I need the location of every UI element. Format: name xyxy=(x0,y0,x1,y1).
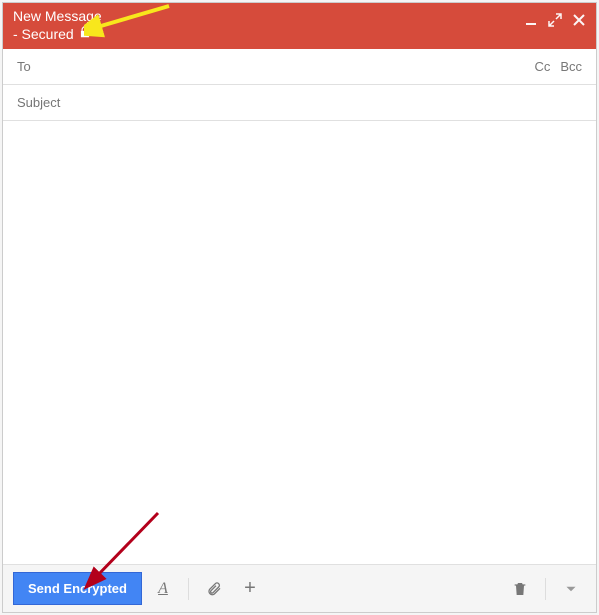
trash-icon xyxy=(512,581,528,597)
formatting-button[interactable]: A xyxy=(148,574,178,604)
subject-input[interactable] xyxy=(17,95,582,110)
lock-icon xyxy=(78,25,92,43)
expand-button[interactable] xyxy=(548,13,562,27)
cc-bcc-toggles: Cc Bcc xyxy=(534,59,582,74)
discard-button[interactable] xyxy=(505,574,535,604)
subject-row[interactable] xyxy=(3,85,596,121)
header-subtitle-row: - Secured xyxy=(13,25,524,43)
header-subtitle: - Secured xyxy=(13,25,74,43)
minimize-button[interactable] xyxy=(524,13,538,27)
caret-down-icon xyxy=(563,581,579,597)
to-row[interactable]: To Cc Bcc xyxy=(3,49,596,85)
header-title: New Message xyxy=(13,7,524,25)
format-a-icon: A xyxy=(158,580,168,598)
to-input[interactable] xyxy=(77,59,534,74)
more-options-button[interactable] xyxy=(556,574,586,604)
header-text: New Message - Secured xyxy=(13,7,524,43)
attach-button[interactable] xyxy=(199,574,229,604)
compose-footer: Send Encrypted A + xyxy=(3,564,596,612)
divider xyxy=(545,578,546,600)
bcc-toggle[interactable]: Bcc xyxy=(560,59,582,74)
plus-icon: + xyxy=(244,577,256,600)
insert-more-button[interactable]: + xyxy=(235,574,265,604)
to-label: To xyxy=(17,59,77,74)
compose-window: New Message - Secured T xyxy=(2,2,597,613)
window-controls xyxy=(524,7,586,27)
compose-header: New Message - Secured xyxy=(3,3,596,49)
cc-toggle[interactable]: Cc xyxy=(534,59,550,74)
divider xyxy=(188,578,189,600)
message-body[interactable] xyxy=(3,121,596,564)
paperclip-icon xyxy=(206,581,222,597)
send-encrypted-button[interactable]: Send Encrypted xyxy=(13,572,142,605)
close-button[interactable] xyxy=(572,13,586,27)
